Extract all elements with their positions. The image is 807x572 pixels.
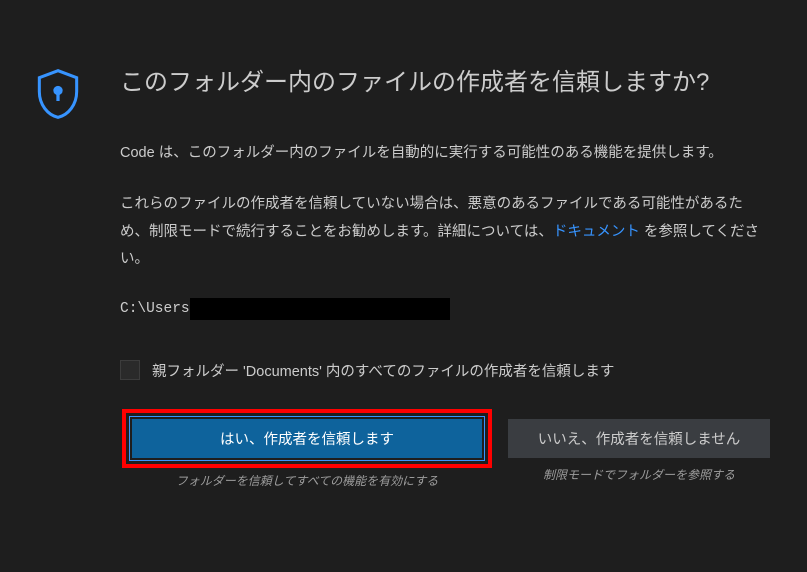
dont-trust-button-subtitle: 制限モードでフォルダーを参照する — [508, 466, 770, 483]
workspace-trust-dialog: このフォルダー内のファイルの作成者を信頼しますか? Code は、このフォルダー… — [0, 0, 807, 519]
dont-trust-button[interactable]: いいえ、作成者を信頼しません — [508, 419, 770, 458]
folder-path-row: C:\Users — [120, 298, 770, 320]
trust-parent-checkbox-label: 親フォルダー 'Documents' 内のすべてのファイルの作成者を信頼します — [152, 360, 614, 381]
dialog-title: このフォルダー内のファイルの作成者を信頼しますか? — [120, 66, 770, 100]
shield-icon — [30, 109, 86, 125]
dialog-description-1: Code は、このフォルダー内のファイルを自動的に実行する可能性のある機能を提供… — [120, 140, 770, 168]
folder-path-prefix: C:\Users — [120, 301, 190, 317]
icon-column — [30, 30, 120, 489]
highlight-annotation: はい、作成者を信頼します — [122, 409, 492, 468]
documentation-link[interactable]: ドキュメント — [553, 224, 640, 240]
dont-trust-button-group: いいえ、作成者を信頼しません 制限モードでフォルダーを参照する — [508, 409, 770, 483]
dialog-buttons-row: はい、作成者を信頼します フォルダーを信頼してすべての機能を有効にする いいえ、… — [120, 409, 770, 489]
trust-parent-checkbox-row: 親フォルダー 'Documents' 内のすべてのファイルの作成者を信頼します — [120, 360, 770, 381]
trust-parent-checkbox[interactable] — [120, 360, 140, 380]
trust-button-subtitle: フォルダーを信頼してすべての機能を有効にする — [120, 472, 494, 489]
content-column: このフォルダー内のファイルの作成者を信頼しますか? Code は、このフォルダー… — [120, 30, 770, 489]
trust-button[interactable]: はい、作成者を信頼します — [132, 419, 482, 458]
trust-button-group: はい、作成者を信頼します フォルダーを信頼してすべての機能を有効にする — [120, 409, 494, 489]
folder-path-redacted — [190, 298, 450, 320]
dialog-description-2: これらのファイルの作成者を信頼していない場合は、悪意のあるファイルである可能性が… — [120, 191, 770, 274]
